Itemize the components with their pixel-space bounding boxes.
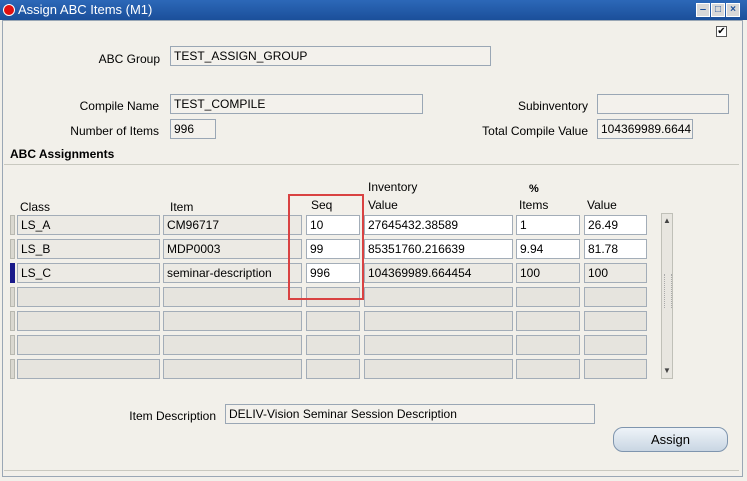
seq-cell[interactable] xyxy=(306,335,360,355)
item-cell[interactable] xyxy=(163,335,302,355)
subinventory-field[interactable] xyxy=(597,94,729,114)
abc-group-label: ABC Group xyxy=(98,52,160,66)
item-description-label: Item Description xyxy=(129,409,216,423)
row-marker[interactable] xyxy=(10,335,15,355)
compile-name-field[interactable]: TEST_COMPILE xyxy=(170,94,423,114)
item-cell[interactable] xyxy=(163,287,302,307)
compile-name-label: Compile Name xyxy=(79,99,159,113)
percent-value-cell[interactable]: 100 xyxy=(584,263,647,283)
inventory-value-cell[interactable]: 85351760.216639 xyxy=(364,239,513,259)
inventory-group-header: Inventory xyxy=(368,180,418,194)
percent-value-cell[interactable] xyxy=(584,335,647,355)
class-column-header: Class xyxy=(20,200,51,214)
window-title: Assign ABC Items (M1) xyxy=(18,2,153,17)
percent-items-column-header: Items xyxy=(519,198,549,212)
percent-group-header: % xyxy=(529,183,539,195)
close-button[interactable]: × xyxy=(726,3,740,17)
percent-value-cell[interactable]: 81.78 xyxy=(584,239,647,259)
item-cell[interactable]: CM96717 xyxy=(163,215,302,235)
total-compile-value-field[interactable]: 104369989.6644 xyxy=(597,119,693,139)
section-divider xyxy=(4,164,739,165)
scroll-down-icon[interactable]: ▼ xyxy=(662,365,672,377)
row-marker[interactable] xyxy=(10,359,15,379)
row-marker[interactable] xyxy=(10,215,15,235)
row-marker[interactable] xyxy=(10,239,15,259)
percent-items-cell[interactable] xyxy=(516,359,580,379)
seq-cell[interactable] xyxy=(306,359,360,379)
item-cell[interactable] xyxy=(163,359,302,379)
abc-assignments-title: ABC Assignments xyxy=(10,147,115,161)
item-column-header: Item xyxy=(170,200,194,214)
scroll-up-icon[interactable]: ▲ xyxy=(662,215,672,227)
checkbox[interactable]: ✔ xyxy=(716,26,727,37)
oracle-app-icon xyxy=(3,4,15,16)
percent-value-cell[interactable] xyxy=(584,311,647,331)
total-compile-value-label: Total Compile Value xyxy=(482,124,588,138)
current-row-marker[interactable] xyxy=(10,263,15,283)
class-cell[interactable]: LS_C xyxy=(17,263,160,283)
title-bar: Assign ABC Items (M1) ‒ □ × xyxy=(0,0,747,20)
percent-items-cell[interactable]: 9.94 xyxy=(516,239,580,259)
percent-items-cell[interactable] xyxy=(516,287,580,307)
item-cell[interactable] xyxy=(163,311,302,331)
item-cell[interactable]: MDP0003 xyxy=(163,239,302,259)
percent-items-cell[interactable] xyxy=(516,311,580,331)
bottom-divider xyxy=(4,470,739,471)
percent-value-cell[interactable]: 26.49 xyxy=(584,215,647,235)
assign-button[interactable]: Assign xyxy=(613,427,728,452)
class-cell[interactable] xyxy=(17,359,160,379)
row-marker[interactable] xyxy=(10,287,15,307)
class-cell[interactable]: LS_A xyxy=(17,215,160,235)
percent-items-cell[interactable] xyxy=(516,335,580,355)
class-cell[interactable] xyxy=(17,311,160,331)
inventory-value-cell[interactable] xyxy=(364,359,513,379)
abc-group-field[interactable]: TEST_ASSIGN_GROUP xyxy=(170,46,491,66)
seq-highlight-box xyxy=(288,194,364,300)
percent-value-column-header: Value xyxy=(587,198,617,212)
item-description-field[interactable]: DELIV-Vision Seminar Session Description xyxy=(225,404,595,424)
inventory-value-column-header: Value xyxy=(368,198,398,212)
class-cell[interactable] xyxy=(17,287,160,307)
percent-items-cell[interactable]: 100 xyxy=(516,263,580,283)
inventory-value-cell[interactable]: 104369989.664454 xyxy=(364,263,513,283)
class-cell[interactable]: LS_B xyxy=(17,239,160,259)
inventory-value-cell[interactable] xyxy=(364,335,513,355)
number-of-items-label: Number of Items xyxy=(70,124,159,138)
inventory-value-cell[interactable]: 27645432.38589 xyxy=(364,215,513,235)
number-of-items-field[interactable]: 996 xyxy=(170,119,216,139)
percent-value-cell[interactable] xyxy=(584,359,647,379)
percent-value-cell[interactable] xyxy=(584,287,647,307)
seq-cell[interactable] xyxy=(306,311,360,331)
scroll-thumb[interactable] xyxy=(664,274,672,308)
percent-items-cell[interactable]: 1 xyxy=(516,215,580,235)
subinventory-label: Subinventory xyxy=(517,99,588,113)
class-cell[interactable] xyxy=(17,335,160,355)
inventory-value-cell[interactable] xyxy=(364,311,513,331)
minimize-button[interactable]: ‒ xyxy=(696,3,710,17)
vertical-scrollbar[interactable]: ▲ ▼ xyxy=(661,213,673,379)
row-marker[interactable] xyxy=(10,311,15,331)
inventory-value-cell[interactable] xyxy=(364,287,513,307)
maximize-button[interactable]: □ xyxy=(711,3,725,17)
item-cell[interactable]: seminar-description xyxy=(163,263,302,283)
